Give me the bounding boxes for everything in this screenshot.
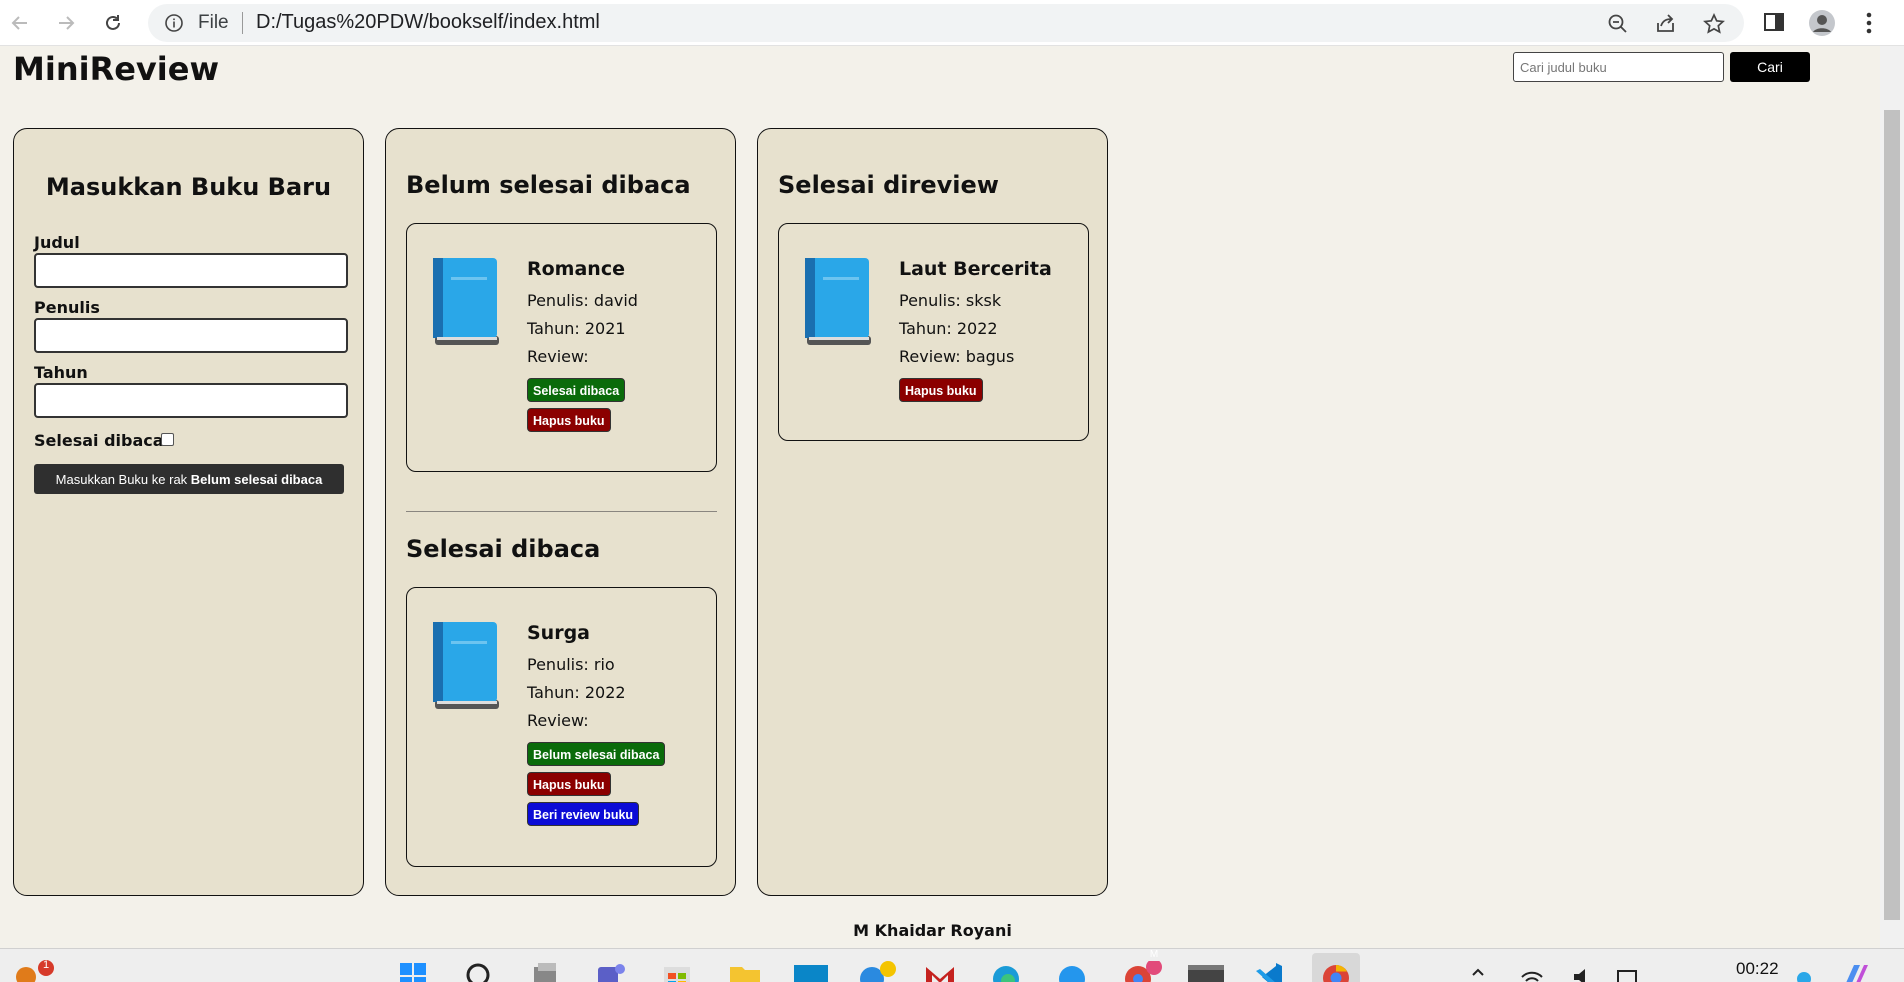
book-author: Penulis: david (527, 291, 638, 310)
profile-avatar-icon[interactable] (1808, 9, 1836, 37)
done-checkbox[interactable] (161, 433, 174, 446)
help-app-icon[interactable] (858, 961, 896, 982)
footer-credit: M Khaidar Royani (853, 921, 1012, 940)
reading-shelves-panel: Belum selesai dibaca Romance Penulis: da… (385, 128, 736, 896)
book-icon (805, 258, 871, 345)
book-year: Tahun: 2021 (527, 319, 626, 338)
author-label: Penulis (34, 298, 100, 317)
notification-dot-icon[interactable] (1796, 971, 1826, 982)
site-info-icon[interactable] (164, 13, 184, 37)
form-title: Masukkan Buku Baru (45, 173, 332, 201)
docker-icon[interactable] (1056, 961, 1086, 982)
mail-icon[interactable] (924, 961, 954, 982)
task-view-icon[interactable] (530, 961, 560, 982)
book-icon (433, 622, 499, 709)
folder-icon[interactable] (728, 961, 760, 982)
mark-finished-button[interactable]: Selesai dibaca (527, 378, 626, 402)
book-info: Laut Bercerita Penulis: sksk Tahun: 2022… (899, 258, 1052, 402)
address-bar[interactable]: File D:/Tugas%20PDW/bookself/index.html (148, 4, 1744, 42)
title-label: Judul (34, 233, 80, 252)
author-input[interactable] (34, 318, 348, 353)
forward-icon[interactable] (52, 9, 80, 37)
search-input[interactable] (1513, 52, 1724, 82)
volume-icon[interactable] (1572, 967, 1602, 982)
review-book-button[interactable]: Beri review buku (527, 802, 640, 826)
back-icon[interactable] (6, 9, 34, 37)
battery-icon[interactable] (1616, 967, 1646, 982)
address-separator (242, 12, 243, 34)
book-title: Laut Bercerita (899, 258, 1052, 280)
taskbar-clock[interactable]: 00:22 (1736, 959, 1779, 979)
book-icon (433, 258, 499, 345)
input-form-panel: Masukkan Buku Baru Judul Penulis Tahun S… (13, 128, 364, 896)
chrome-profile-badge: M (1149, 949, 1159, 960)
wifi-icon[interactable] (1520, 967, 1550, 982)
book-title: Romance (527, 258, 625, 280)
year-label: Tahun (34, 363, 88, 382)
delete-book-button[interactable]: Hapus buku (527, 408, 611, 432)
scrollbar-thumb[interactable] (1884, 110, 1900, 920)
app-blue-icon[interactable] (794, 961, 828, 982)
book-info: Romance Penulis: david Tahun: 2021 Revie… (527, 258, 638, 432)
brand-title: MiniReview (13, 50, 219, 88)
bookmark-star-icon[interactable] (1702, 12, 1726, 36)
book-year: Tahun: 2022 (527, 683, 626, 702)
taskbar: 1 M 00:22 (0, 948, 1904, 982)
done-label: Selesai dibaca (34, 431, 164, 450)
terminal-icon[interactable] (1188, 961, 1224, 982)
store-icon[interactable] (662, 961, 692, 982)
reviewed-shelf-panel: Selesai direview Laut Bercerita Penulis:… (757, 128, 1108, 896)
mark-unfinished-button[interactable]: Belum selesai dibaca (527, 742, 666, 766)
page-content: MiniReview Cari Masukkan Buku Baru Judul… (0, 46, 1880, 948)
submit-prefix: Masukkan Buku ke rak (55, 471, 191, 487)
url-text[interactable]: D:/Tugas%20PDW/bookself/index.html (256, 11, 600, 34)
shelf-divider (406, 511, 717, 512)
submit-book-button[interactable]: Masukkan Buku ke rak Belum selesai dibac… (34, 464, 344, 494)
chrome-taskbar-icon[interactable] (1312, 953, 1360, 982)
unfinished-shelf-title: Belum selesai dibaca (406, 171, 691, 199)
search-taskbar-icon[interactable] (464, 961, 494, 982)
submit-target: Belum selesai dibaca (190, 471, 323, 487)
delete-book-button[interactable]: Hapus buku (527, 772, 611, 796)
reviewed-shelf-title: Selesai direview (778, 171, 999, 199)
side-panel-icon[interactable] (1761, 9, 1789, 37)
book-year: Tahun: 2022 (899, 319, 998, 338)
reload-icon[interactable] (99, 9, 127, 37)
book-author: Penulis: sksk (899, 291, 1002, 310)
scheme-label: File (198, 12, 229, 33)
book-card: Surga Penulis: rio Tahun: 2022 Review: B… (406, 587, 717, 867)
search-button[interactable]: Cari (1730, 52, 1810, 82)
book-card: Laut Bercerita Penulis: sksk Tahun: 2022… (778, 223, 1089, 441)
book-review: Review: (527, 347, 589, 366)
book-info: Surga Penulis: rio Tahun: 2022 Review: B… (527, 622, 666, 826)
start-icon[interactable] (398, 961, 428, 982)
book-review: Review: bagus (899, 347, 1015, 366)
year-input[interactable] (34, 383, 348, 418)
title-input[interactable] (34, 253, 348, 288)
teams-icon[interactable] (596, 961, 626, 982)
book-review: Review: (527, 711, 589, 730)
share-icon[interactable] (1654, 12, 1678, 36)
chrome-profile-icon[interactable] (1122, 959, 1162, 982)
browser-toolbar: File D:/Tugas%20PDW/bookself/index.html (0, 0, 1904, 46)
zoom-icon[interactable] (1606, 12, 1630, 36)
book-title: Surga (527, 622, 591, 644)
tray-overflow-icon[interactable] (1470, 965, 1500, 982)
menu-kebab-icon[interactable] (1862, 9, 1890, 37)
notification-count: 1 (42, 959, 50, 971)
book-author: Penulis: rio (527, 655, 615, 674)
delete-book-button[interactable]: Hapus buku (899, 378, 983, 402)
book-card: Romance Penulis: david Tahun: 2021 Revie… (406, 223, 717, 472)
vscode-icon[interactable] (1254, 961, 1284, 982)
page-scrollbar[interactable] (1880, 46, 1904, 948)
copilot-icon[interactable] (1842, 963, 1872, 982)
edge-icon[interactable] (990, 961, 1020, 982)
finished-shelf-title: Selesai dibaca (406, 535, 601, 563)
